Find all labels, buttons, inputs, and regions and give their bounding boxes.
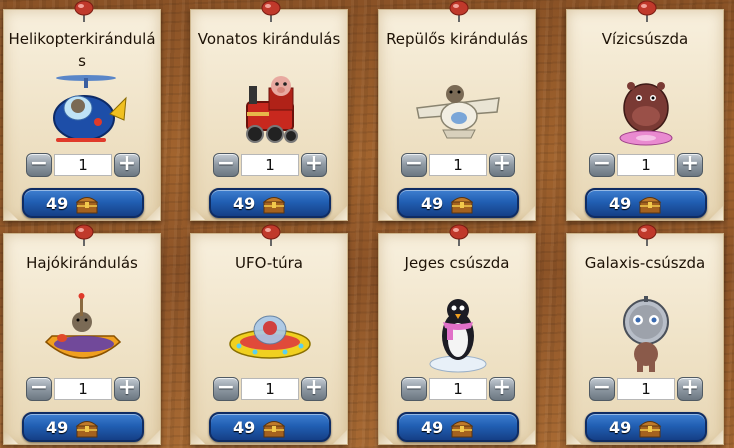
decrease-button[interactable]: −	[589, 377, 615, 401]
decrease-button[interactable]: −	[401, 377, 427, 401]
treasure-chest-icon	[75, 197, 99, 214]
buy-button[interactable]: 49	[209, 188, 331, 218]
buy-button[interactable]: 49	[397, 412, 519, 442]
pushpin-icon	[637, 0, 657, 22]
decrease-button[interactable]: −	[213, 153, 239, 177]
buy-button[interactable]: 49	[585, 412, 707, 442]
item-title: Vonatos kirándulás	[197, 30, 341, 48]
price-value: 49	[421, 418, 444, 437]
decrease-button[interactable]: −	[26, 153, 52, 177]
shop-card-airplane: Repülős kirándulás − 1 + 49	[378, 0, 536, 221]
price-value: 49	[46, 194, 69, 213]
treasure-chest-icon	[450, 421, 474, 438]
pushpin-icon	[449, 0, 469, 22]
pushpin-icon	[449, 224, 469, 246]
pushpin-icon	[74, 0, 94, 22]
decrease-button[interactable]: −	[401, 153, 427, 177]
penguin-icon	[429, 299, 487, 373]
shop-card-train: Vonatos kirándulás − 1 + 49	[190, 0, 348, 221]
shop-card-ice-slide: Jeges csúszda − 1 + 49	[378, 224, 536, 445]
treasure-chest-icon	[638, 197, 662, 214]
quantity-stepper: − 1 +	[589, 376, 703, 402]
quantity-stepper: − 1 +	[589, 152, 703, 178]
quantity-stepper: − 1 +	[26, 376, 140, 402]
increase-button[interactable]: +	[301, 153, 327, 177]
increase-button[interactable]: +	[489, 153, 515, 177]
buy-button[interactable]: 49	[209, 412, 331, 442]
pushpin-icon	[261, 0, 281, 22]
quantity-stepper: − 1 +	[401, 376, 515, 402]
buy-button[interactable]: 49	[585, 188, 707, 218]
treasure-chest-icon	[75, 421, 99, 438]
pushpin-icon	[74, 224, 94, 246]
increase-button[interactable]: +	[114, 153, 140, 177]
quantity-field[interactable]: 1	[54, 378, 112, 400]
item-title: UFO-túra	[235, 254, 303, 272]
quantity-field[interactable]: 1	[617, 378, 675, 400]
buy-button[interactable]: 49	[22, 412, 144, 442]
quantity-stepper: − 1 +	[213, 376, 327, 402]
decrease-button[interactable]: −	[213, 377, 239, 401]
pushpin-icon	[637, 224, 657, 246]
airplane-icon	[416, 85, 500, 139]
hippo-icon	[619, 82, 673, 146]
increase-button[interactable]: +	[489, 377, 515, 401]
pushpin-icon	[261, 224, 281, 246]
price-value: 49	[233, 418, 256, 437]
price-value: 49	[46, 418, 69, 437]
quantity-stepper: − 1 +	[26, 152, 140, 178]
shop-card-galaxy-slide: Galaxis-csúszda − 1 + 49	[566, 224, 724, 445]
helicopter-icon	[53, 75, 127, 142]
ufo-icon	[229, 315, 311, 359]
increase-button[interactable]: +	[301, 377, 327, 401]
increase-button[interactable]: +	[677, 377, 703, 401]
treasure-chest-icon	[450, 197, 474, 214]
treasure-chest-icon	[638, 421, 662, 438]
item-title: Hajókirándulás	[26, 254, 138, 272]
quantity-stepper: − 1 +	[401, 152, 515, 178]
quantity-field[interactable]: 1	[429, 378, 487, 400]
shop-card-water-slide: Vízicsúszda − 1 + 49	[566, 0, 724, 221]
shop-card-ufo: UFO-túra − 1 + 49	[190, 224, 348, 445]
quantity-stepper: − 1 +	[213, 152, 327, 178]
item-title: Jeges csúszda	[404, 254, 510, 272]
treasure-chest-icon	[262, 197, 286, 214]
item-title: Helikopterkirándulás	[8, 30, 156, 70]
item-title: Repülős kirándulás	[386, 30, 528, 48]
price-value: 49	[609, 418, 632, 437]
price-value: 49	[609, 194, 632, 213]
treasure-chest-icon	[262, 421, 286, 438]
train-icon	[246, 76, 298, 143]
quantity-field[interactable]: 1	[617, 154, 675, 176]
quantity-field[interactable]: 1	[241, 378, 299, 400]
shop-card-helicopter: Helikopterkirándulás − 1 + 49	[3, 0, 161, 221]
increase-button[interactable]: +	[677, 153, 703, 177]
quantity-field[interactable]: 1	[241, 154, 299, 176]
price-value: 49	[421, 194, 444, 213]
decrease-button[interactable]: −	[589, 153, 615, 177]
buy-button[interactable]: 49	[22, 188, 144, 218]
buy-button[interactable]: 49	[397, 188, 519, 218]
astronaut-icon	[623, 296, 669, 372]
quantity-field[interactable]: 1	[429, 154, 487, 176]
decrease-button[interactable]: −	[26, 377, 52, 401]
price-value: 49	[233, 194, 256, 213]
boat-icon	[44, 293, 122, 359]
shop-card-boat: Hajókirándulás − 1 + 49	[3, 224, 161, 445]
shop-grid: Helikopterkirándulás − 1 + 49 Vonatos ki…	[0, 0, 734, 448]
item-title: Vízicsúszda	[601, 30, 689, 48]
quantity-field[interactable]: 1	[54, 154, 112, 176]
increase-button[interactable]: +	[114, 377, 140, 401]
item-title: Galaxis-csúszda	[584, 254, 706, 272]
